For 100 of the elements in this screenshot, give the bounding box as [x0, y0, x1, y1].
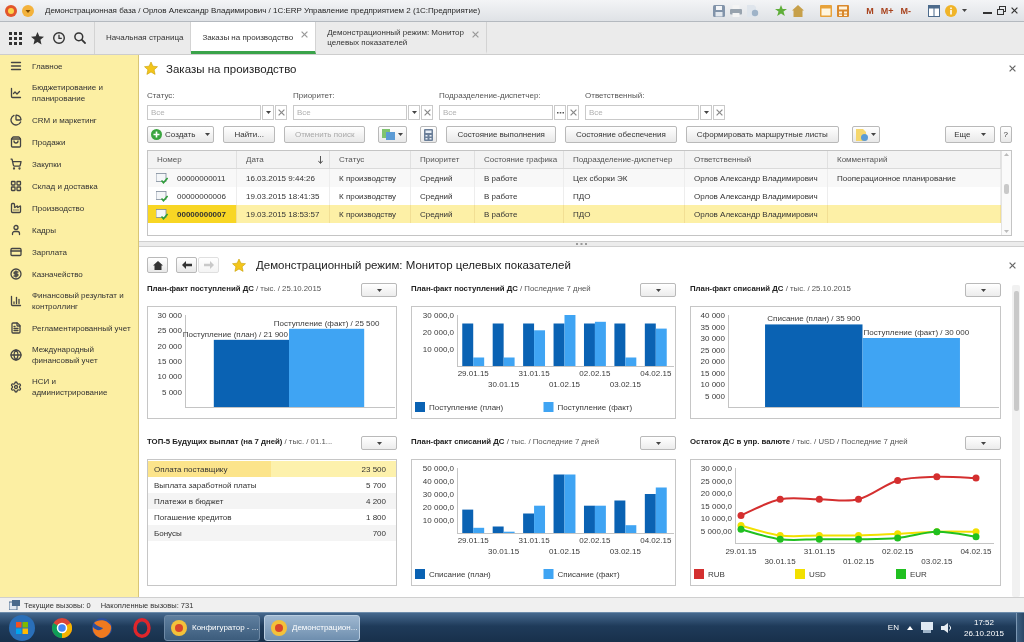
info-icon[interactable]: [945, 4, 957, 17]
caret-icon: [411, 111, 417, 114]
options-button[interactable]: [361, 283, 397, 297]
calendar-icon[interactable]: [820, 4, 833, 17]
filter-field[interactable]: Все: [293, 105, 407, 120]
segmented-circle-icon[interactable]: [52, 617, 72, 638]
show-desktop-button[interactable]: [1016, 613, 1024, 642]
options-button[interactable]: [361, 436, 397, 450]
clock-icon[interactable]: [52, 32, 65, 44]
vertical-scrollbar[interactable]: [1012, 285, 1020, 597]
options-button[interactable]: [965, 436, 1001, 450]
list-row[interactable]: Платежи в бюджет 4 200: [148, 493, 396, 509]
monitor-icon[interactable]: [920, 622, 933, 633]
clear-button[interactable]: [567, 105, 579, 120]
save-icon[interactable]: [713, 4, 726, 17]
home-icon[interactable]: [792, 4, 805, 17]
star-icon[interactable]: [232, 258, 246, 272]
column-header[interactable]: Ответственный: [685, 151, 828, 168]
sidebar-item[interactable]: Финансовый результат и контроллинг: [0, 285, 138, 317]
dropdown-button[interactable]: [408, 105, 420, 120]
dropdown-button[interactable]: [262, 105, 274, 120]
taskbar-button[interactable]: Конфигуратор - ...: [164, 614, 260, 641]
column-header[interactable]: Статус: [330, 151, 411, 168]
memory-button[interactable]: M-: [899, 5, 912, 16]
sidebar-item[interactable]: Кадры: [0, 219, 138, 241]
options-button[interactable]: [640, 436, 676, 450]
sidebar-item[interactable]: Международный финансовый учет: [0, 339, 138, 371]
toolbar-icon-button[interactable]: [851, 126, 880, 143]
caret-up-icon[interactable]: [906, 625, 913, 630]
star-icon[interactable]: [775, 4, 788, 17]
tab[interactable]: Заказы на производство: [191, 22, 317, 54]
dropdown-button[interactable]: [700, 105, 712, 120]
sidebar-item[interactable]: Казначейство: [0, 263, 138, 285]
search-icon[interactable]: [73, 32, 86, 44]
taskbar-clock[interactable]: 17:52 26.10.2015: [959, 616, 1008, 639]
home-button[interactable]: [147, 257, 168, 273]
apps-icon[interactable]: [8, 31, 22, 45]
column-header[interactable]: Дата: [237, 151, 330, 168]
toolbar-icon-button[interactable]: [420, 126, 438, 143]
toolbar-button[interactable]: Сформировать маршрутные листы: [685, 126, 839, 143]
toolbar-button[interactable]: Найти...: [223, 126, 275, 143]
star-icon[interactable]: [30, 31, 44, 45]
list-row[interactable]: Оплата поставщику 23 500: [148, 461, 396, 477]
clear-button[interactable]: [421, 105, 433, 120]
options-button[interactable]: [640, 283, 676, 297]
filter-field[interactable]: Все: [585, 105, 699, 120]
create-button[interactable]: Создать: [147, 126, 215, 143]
print-icon[interactable]: [730, 4, 743, 17]
order-number: 00000000011: [177, 173, 226, 183]
sidebar-item[interactable]: Закупки: [0, 153, 138, 175]
column-header[interactable]: Подразделение-диспетчер: [564, 151, 685, 168]
list-row[interactable]: Бонусы 700: [148, 525, 396, 541]
vertical-scrollbar[interactable]: [1001, 151, 1011, 235]
sidebar-item[interactable]: Продажи: [0, 131, 138, 153]
sidebar-item[interactable]: Склад и доставка: [0, 175, 138, 197]
list-value: 23 500: [361, 464, 386, 474]
sidebar-item[interactable]: CRM и маркетинг: [0, 109, 138, 131]
restore-icon[interactable]: [997, 6, 1006, 15]
sidebar-item[interactable]: Бюджетирование и планирование: [0, 77, 138, 109]
app-logo-icon[interactable]: [5, 4, 17, 17]
close-icon[interactable]: [1011, 7, 1018, 14]
table-row[interactable]: 00000000011 16.03.2015 9:44:26 К производству Средний В работе Цех сборки ЭК Орлов Александр Владимирович Пооперационное планирование: [148, 169, 1001, 187]
options-button[interactable]: [965, 283, 1001, 297]
toolbar-button[interactable]: Состояние выполнения: [446, 126, 556, 143]
sidebar-item[interactable]: Регламентированный учет: [0, 317, 138, 339]
more-button[interactable]: Еще: [945, 126, 995, 143]
sidebar-item[interactable]: Производство: [0, 197, 138, 219]
help-button[interactable]: ?: [999, 126, 1012, 143]
close-icon[interactable]: [1009, 65, 1016, 72]
toolbar-button[interactable]: Состояние обеспечения: [564, 126, 677, 143]
clear-button[interactable]: [713, 105, 725, 120]
panel-icon[interactable]: [928, 4, 940, 17]
filter-field[interactable]: Все: [439, 105, 553, 120]
back-button[interactable]: [176, 257, 197, 273]
sidebar-item[interactable]: Главное: [0, 55, 138, 77]
ring-icon[interactable]: [133, 617, 151, 638]
column-header[interactable]: Состояние графика: [475, 151, 564, 168]
speaker-icon[interactable]: [940, 622, 952, 633]
swirl-circle-icon[interactable]: [92, 617, 112, 638]
toolbar-icon-button[interactable]: [378, 126, 408, 143]
scrollbar-thumb[interactable]: [1013, 291, 1019, 411]
sidebar-item[interactable]: НСИ и администрирование: [0, 371, 138, 403]
close-icon[interactable]: [1009, 261, 1016, 269]
select-button[interactable]: [554, 105, 566, 120]
chart-bar: [534, 505, 546, 533]
scrollbar-thumb[interactable]: [1004, 184, 1009, 194]
column-header[interactable]: Номер: [148, 151, 237, 168]
caret-circle-icon[interactable]: [22, 4, 34, 17]
table-row[interactable]: 00000000007 19.03.2015 18:53:57 К производству Средний В работе ПДО Орлов Александр Владимирович: [148, 205, 1001, 223]
page-icon[interactable]: [747, 4, 760, 17]
filter-field[interactable]: Все: [147, 105, 261, 120]
clear-button[interactable]: [275, 105, 287, 120]
memory-button[interactable]: M: [865, 5, 875, 16]
calculator-icon[interactable]: [837, 4, 850, 17]
column-header[interactable]: Приоритет: [411, 151, 475, 168]
start-button[interactable]: [9, 614, 35, 641]
sidebar-item[interactable]: Зарплата: [0, 241, 138, 263]
language-indicator[interactable]: EN: [887, 623, 899, 632]
memory-button[interactable]: M+: [879, 5, 895, 16]
star-icon[interactable]: [144, 62, 158, 75]
